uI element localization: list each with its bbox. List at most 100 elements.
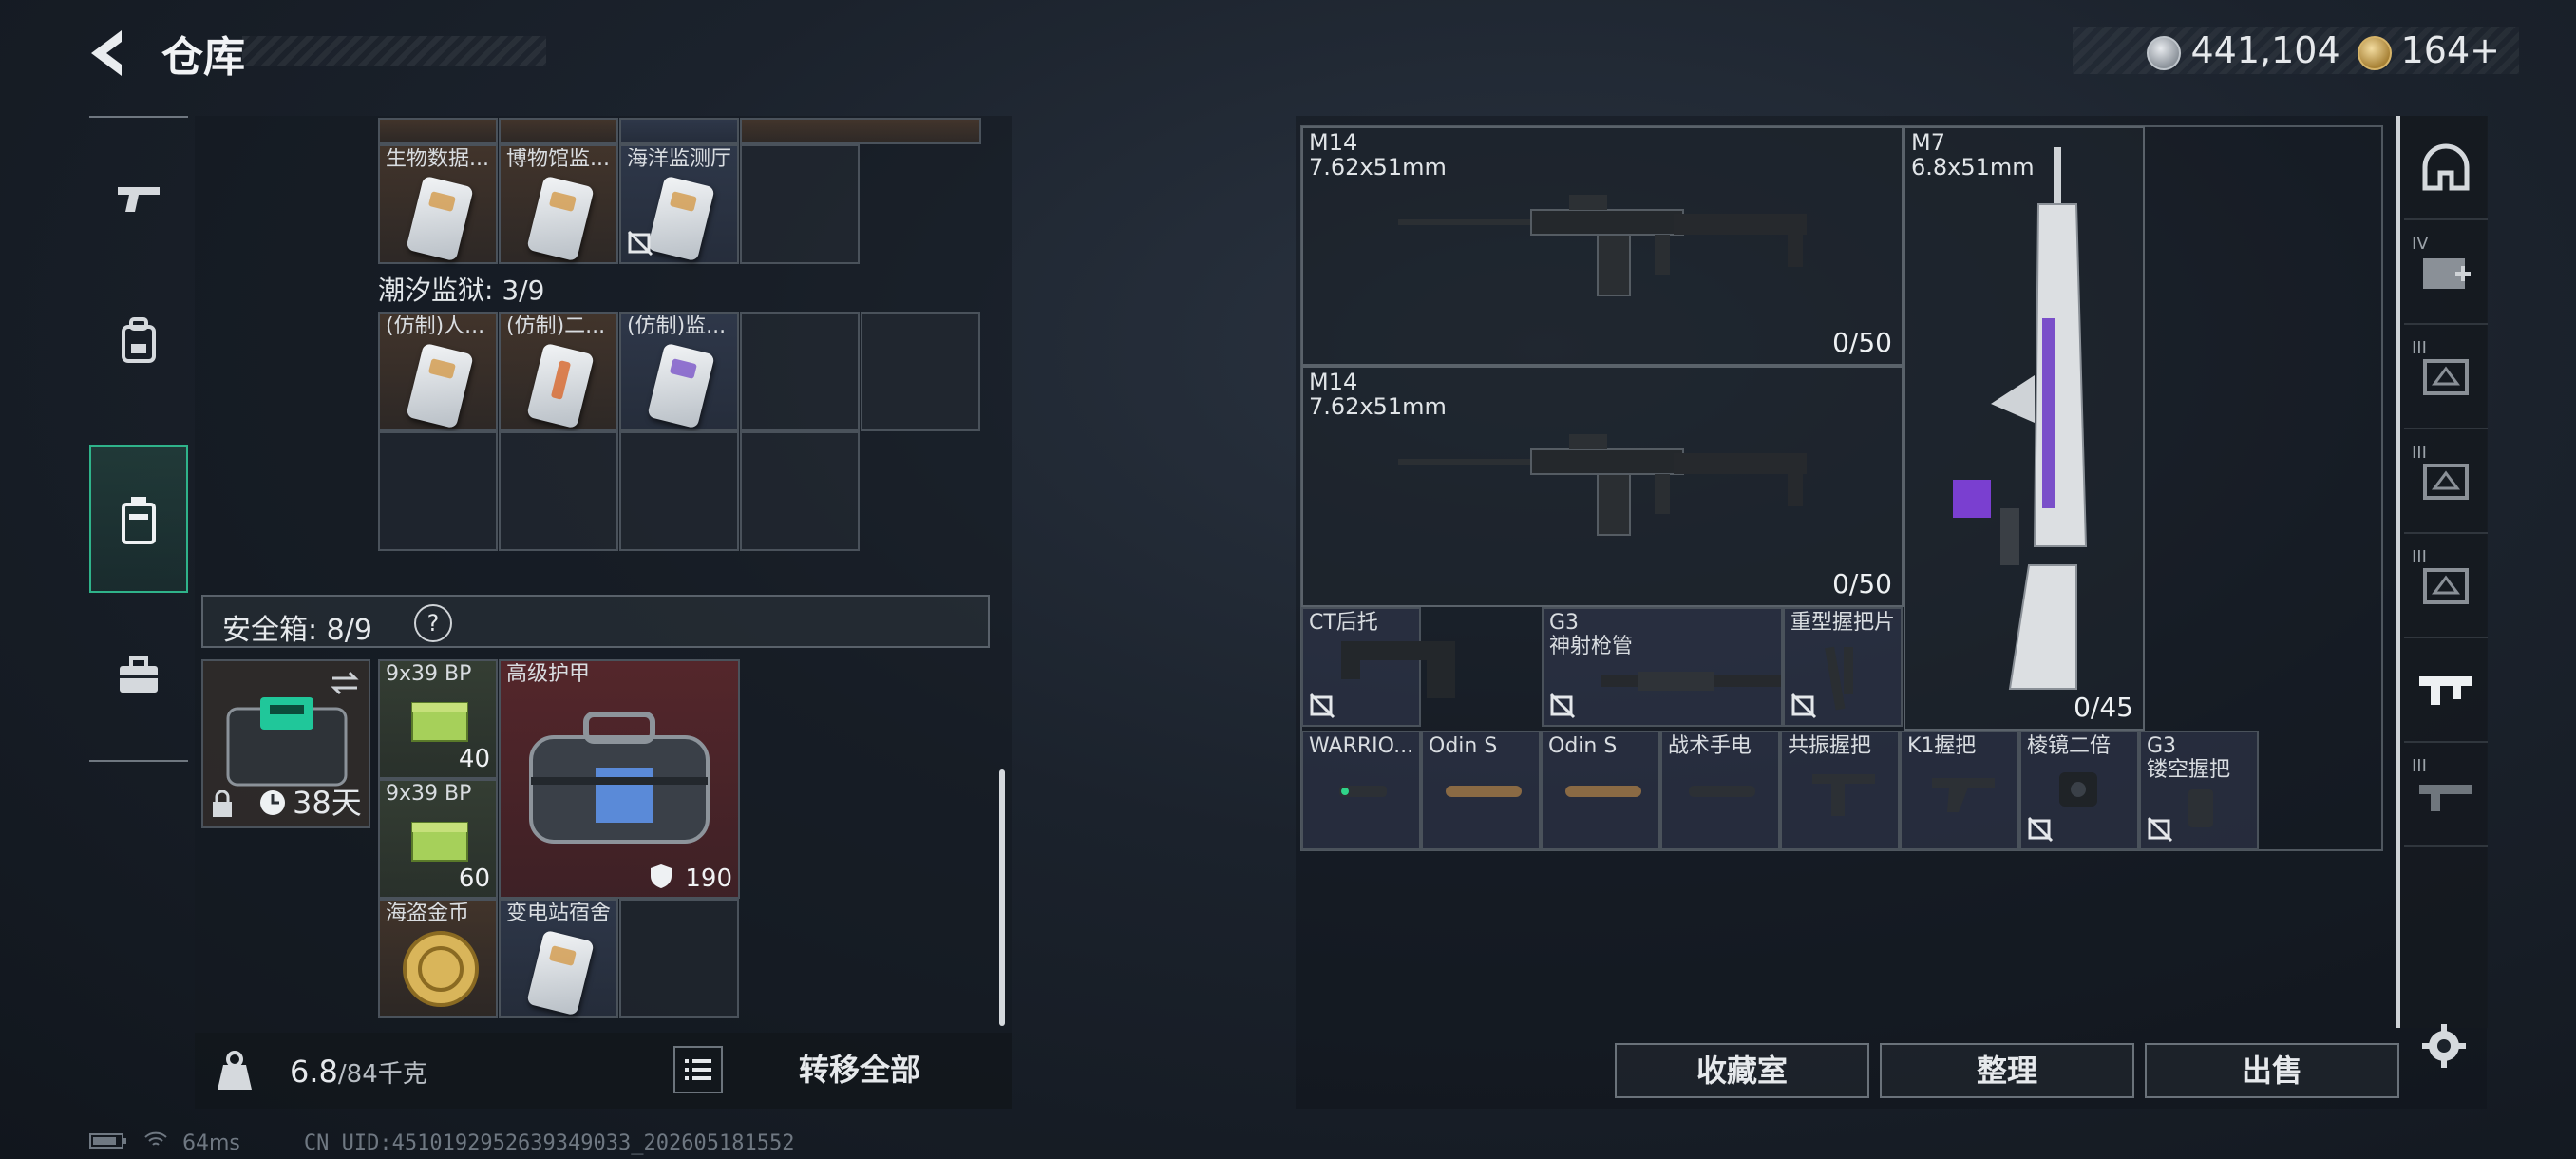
keycard-icon xyxy=(647,342,715,429)
empty-cell[interactable] xyxy=(740,312,860,431)
attachment-cell[interactable]: 共振握把 xyxy=(1780,731,1900,850)
container-icon xyxy=(122,496,156,544)
attachment-cell[interactable]: 重型握把片 xyxy=(1783,607,1903,727)
weapon-name: M14 7.62x51mm xyxy=(1309,129,1447,180)
ammo-cell[interactable]: 9x39 BP 40 xyxy=(378,659,498,779)
nav-toolbox[interactable] xyxy=(89,604,188,747)
back-button[interactable] xyxy=(84,27,141,80)
gold-coin-item-icon xyxy=(403,931,479,1007)
attachment-cell[interactable]: G3 镂空握把 xyxy=(2139,731,2259,850)
helmet-icon xyxy=(2422,143,2470,191)
list-view-button[interactable] xyxy=(673,1046,723,1093)
weapon-slot[interactable]: M7 6.8x51mm 0/45 xyxy=(1904,126,2145,731)
item-cell-partial[interactable] xyxy=(619,118,739,144)
tier-label: IV xyxy=(2412,234,2429,254)
weapon-ammo: 0/50 xyxy=(1832,327,1892,358)
nav-weapons-active[interactable] xyxy=(2404,638,2488,743)
settings-gear-icon[interactable] xyxy=(2420,1022,2468,1070)
empty-cell[interactable] xyxy=(740,431,860,551)
list-icon xyxy=(685,1059,711,1080)
weapon-slot[interactable]: M14 7.62x51mm 0/50 xyxy=(1301,126,1904,366)
item-cell[interactable]: 变电站宿舍 xyxy=(499,899,618,1018)
attachment-cell[interactable]: 棱镜二倍 xyxy=(2019,731,2139,850)
weight-icon xyxy=(218,1051,252,1090)
item-cell-partial[interactable] xyxy=(499,118,618,144)
rifle-nav-icon xyxy=(2419,676,2472,705)
help-button[interactable]: ? xyxy=(414,604,452,642)
nav-weapons[interactable] xyxy=(89,127,188,270)
ammo-cell[interactable]: 9x39 BP 60 xyxy=(378,779,498,899)
armor-cell[interactable]: 高级护甲 190 xyxy=(499,659,740,899)
lock-icon xyxy=(213,790,232,817)
rifle-icon xyxy=(1398,434,1807,536)
nav-items[interactable] xyxy=(89,445,188,593)
nav-slot-c[interactable]: III xyxy=(2404,534,2488,638)
item-cell-partial[interactable] xyxy=(740,118,981,144)
empty-cell[interactable] xyxy=(499,431,618,551)
empty-cell[interactable] xyxy=(619,899,739,1018)
gold-currency[interactable]: 164+ xyxy=(2357,29,2500,71)
transfer-all-button[interactable]: 转移全部 xyxy=(736,1042,983,1097)
item-cell[interactable]: 博物馆监... xyxy=(499,144,618,264)
nav-slot-a[interactable]: III xyxy=(2404,325,2488,429)
item-cell[interactable]: 海洋监测厅 xyxy=(619,144,739,264)
ping-readout: 64ms xyxy=(182,1131,240,1155)
attachment-cell[interactable]: G3 神射枪管 xyxy=(1542,607,1783,727)
no-insure-icon xyxy=(2027,816,2054,843)
attachment-label: 战术手电 xyxy=(1668,734,1752,758)
page-title: 仓库 xyxy=(161,33,245,82)
empty-cell[interactable] xyxy=(740,144,860,264)
flashlight-icon xyxy=(1689,786,1755,797)
attachment-cell[interactable]: Odin S xyxy=(1421,731,1541,850)
stash-scrollbar[interactable] xyxy=(999,770,1005,1026)
item-label: (仿制)监... xyxy=(627,315,727,338)
item-cell[interactable]: (仿制)人... xyxy=(378,312,498,431)
item-cell[interactable]: 生物数据... xyxy=(378,144,498,264)
prism-scope-icon xyxy=(2059,772,2097,807)
attachment-cell[interactable]: Odin S xyxy=(1541,731,1660,850)
attachment-label: K1握把 xyxy=(1907,734,1977,758)
attachment-cell[interactable]: K1握把 xyxy=(1900,731,2019,850)
keycard-icon xyxy=(406,342,474,429)
item-cell[interactable]: (仿制)二... xyxy=(499,312,618,431)
clock-icon xyxy=(260,790,285,815)
safe-box-capacity: 安全箱: 8/9 xyxy=(222,614,372,647)
item-label: (仿制)人... xyxy=(386,315,485,338)
weapon-ammo: 0/45 xyxy=(2074,692,2133,723)
swap-icon[interactable] xyxy=(329,669,361,697)
empty-cell[interactable] xyxy=(378,431,498,551)
nav-slot-b[interactable]: III xyxy=(2404,429,2488,534)
foregrip-icon xyxy=(1932,778,1995,812)
weapon-ammo: 0/50 xyxy=(1832,568,1892,599)
tier-label: III xyxy=(2412,443,2427,463)
silver-amount: 441,104 xyxy=(2190,29,2340,71)
chest-rig-icon xyxy=(2423,568,2469,604)
keycard-icon xyxy=(526,342,595,429)
weapon-slot[interactable]: M14 7.62x51mm 0/50 xyxy=(1301,366,1904,607)
keycard-icon xyxy=(647,175,715,262)
item-cell[interactable]: 海盗金币 xyxy=(378,899,498,1018)
gold-coin-icon xyxy=(2357,35,2392,70)
med-kit-icon xyxy=(2423,258,2471,289)
nav-equipment[interactable] xyxy=(89,270,188,412)
sell-button[interactable]: 出售 xyxy=(2145,1043,2399,1098)
attachment-cell[interactable]: CT后托 xyxy=(1301,607,1455,727)
nav-secondary[interactable]: III xyxy=(2404,743,2488,847)
foregrip-icon xyxy=(1812,774,1875,816)
item-cell-partial[interactable] xyxy=(378,118,498,144)
item-cell[interactable]: (仿制)监... xyxy=(619,312,739,431)
uid-readout: CN UID:4510192952639349033_202605181552 xyxy=(303,1131,795,1155)
safe-box-container[interactable]: 38天 xyxy=(201,659,370,828)
organize-button[interactable]: 整理 xyxy=(1880,1043,2134,1098)
stash-footer: 6.8/84千克 转移全部 xyxy=(195,1033,1012,1109)
attachment-cell[interactable]: 战术手电 xyxy=(1660,731,1780,850)
empty-cell[interactable] xyxy=(619,431,739,551)
collection-room-button[interactable]: 收藏室 xyxy=(1615,1043,1869,1098)
attachment-label: G3 神射枪管 xyxy=(1549,611,1634,658)
attachment-cell[interactable]: WARRIO... xyxy=(1301,731,1421,850)
item-label: 海洋监测厅 xyxy=(627,148,732,171)
scope-icon xyxy=(1565,786,1641,797)
nav-armor-iv[interactable]: IV xyxy=(2404,220,2488,325)
nav-helmet[interactable] xyxy=(2404,116,2488,220)
empty-cell[interactable] xyxy=(861,312,980,431)
